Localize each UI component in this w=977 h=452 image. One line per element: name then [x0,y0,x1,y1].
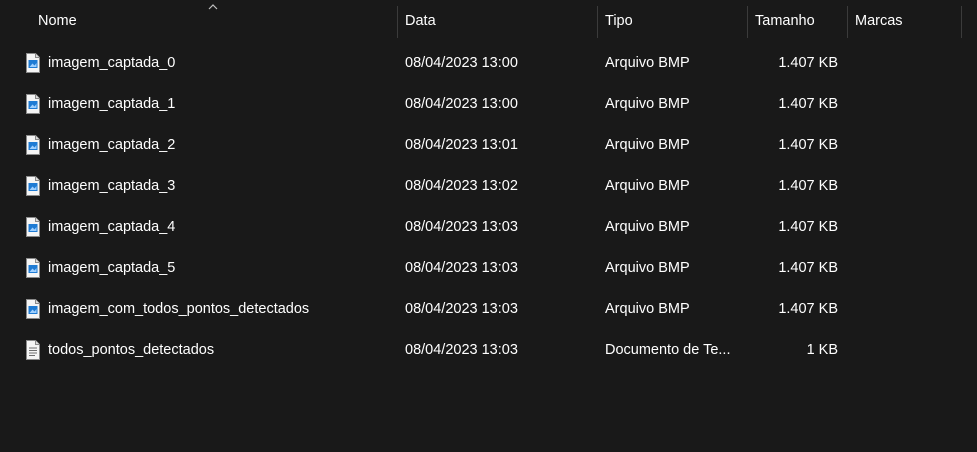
file-date: 08/04/2023 13:03 [405,219,518,235]
column-header-bar: Nome Data Tipo Tamanho Marcas [0,0,977,38]
column-separator[interactable] [597,6,598,38]
column-header-type-label: Tipo [605,13,633,29]
file-size: 1.407 KB [778,178,838,194]
file-type: Arquivo BMP [605,55,690,71]
column-header-size-label: Tamanho [755,13,815,29]
bmp-image-icon [26,176,40,196]
file-row[interactable]: imagem_captada_2 08/04/2023 13:01 Arquiv… [0,125,977,166]
column-header-tags-label: Marcas [855,13,903,29]
file-name[interactable]: imagem_captada_5 [48,248,393,289]
file-row[interactable]: imagem_captada_0 08/04/2023 13:00 Arquiv… [0,43,977,84]
file-size: 1.407 KB [778,96,838,112]
file-size: 1 KB [806,342,838,358]
file-date: 08/04/2023 13:03 [405,301,518,317]
column-header-date-label: Data [405,13,436,29]
bmp-image-icon [26,94,40,114]
column-header-tags[interactable]: Marcas [855,0,955,38]
file-row[interactable]: todos_pontos_detectados 08/04/2023 13:03… [0,330,977,371]
file-type: Arquivo BMP [605,260,690,276]
file-size: 1.407 KB [778,260,838,276]
column-header-date[interactable]: Data [405,0,595,38]
bmp-image-icon [26,258,40,278]
file-size: 1.407 KB [778,55,838,71]
file-row[interactable]: imagem_captada_4 08/04/2023 13:03 Arquiv… [0,207,977,248]
file-type: Arquivo BMP [605,96,690,112]
bmp-image-icon [26,53,40,73]
file-name[interactable]: imagem_captada_1 [48,84,393,125]
file-type: Arquivo BMP [605,137,690,153]
bmp-image-icon [26,299,40,319]
column-separator[interactable] [747,6,748,38]
file-row[interactable]: imagem_com_todos_pontos_detectados 08/04… [0,289,977,330]
file-type: Arquivo BMP [605,301,690,317]
file-row[interactable]: imagem_captada_1 08/04/2023 13:00 Arquiv… [0,84,977,125]
file-name[interactable]: imagem_com_todos_pontos_detectados [48,289,393,330]
column-separator[interactable] [961,6,962,38]
sort-ascending-icon [208,4,218,10]
file-name[interactable]: imagem_captada_2 [48,125,393,166]
file-size: 1.407 KB [778,219,838,235]
file-name[interactable]: imagem_captada_0 [48,43,393,84]
file-row[interactable]: imagem_captada_3 08/04/2023 13:02 Arquiv… [0,166,977,207]
file-name[interactable]: imagem_captada_4 [48,207,393,248]
file-name[interactable]: todos_pontos_detectados [48,330,393,371]
file-date: 08/04/2023 13:00 [405,55,518,71]
file-date: 08/04/2023 13:03 [405,260,518,276]
text-document-icon [26,340,40,360]
file-explorer-details-view: Nome Data Tipo Tamanho Marcas imagem_cap… [0,0,977,452]
file-type: Arquivo BMP [605,178,690,194]
bmp-image-icon [26,217,40,237]
column-header-name-label: Nome [38,13,77,29]
file-type: Documento de Te... [605,342,731,358]
file-date: 08/04/2023 13:01 [405,137,518,153]
bmp-image-icon [26,135,40,155]
file-size: 1.407 KB [778,137,838,153]
file-row[interactable]: imagem_captada_5 08/04/2023 13:03 Arquiv… [0,248,977,289]
file-date: 08/04/2023 13:02 [405,178,518,194]
column-header-type[interactable]: Tipo [605,0,745,38]
file-date: 08/04/2023 13:03 [405,342,518,358]
column-separator[interactable] [847,6,848,38]
file-date: 08/04/2023 13:00 [405,96,518,112]
column-header-size[interactable]: Tamanho [755,0,845,38]
file-type: Arquivo BMP [605,219,690,235]
file-size: 1.407 KB [778,301,838,317]
column-separator[interactable] [397,6,398,38]
file-name[interactable]: imagem_captada_3 [48,166,393,207]
